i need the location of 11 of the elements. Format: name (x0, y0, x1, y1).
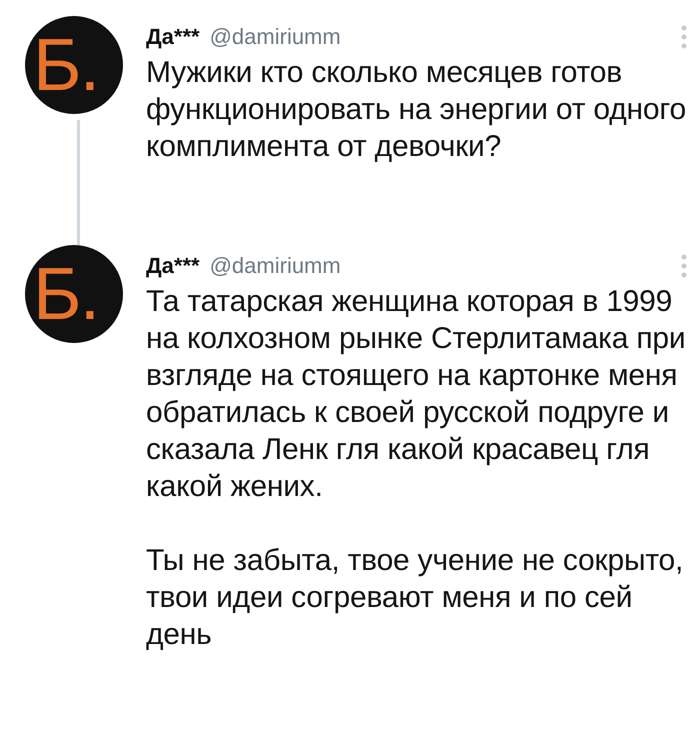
avatar[interactable]: Б. (25, 245, 123, 343)
tweet-text: Мужики кто сколько месяцев готов функционировать на энергии от одного комплимента от девочки? (146, 55, 687, 165)
tweet-text: Ты не забыта, твое учение не сокрыто, твои идеи согревают меня и по сей день (146, 543, 684, 653)
tweet-text: Та татарская женщина которая в 1999 на колхозном рынке Стерлитамака при взгляде на стоящего на картонке меня обратилась к своей русской подруге и сказала Ленк гля какой красавец гля какой жених. (146, 284, 686, 505)
more-icon[interactable] (680, 253, 688, 279)
user-handle[interactable]: @damiriumm (210, 253, 341, 279)
display-name[interactable]: Да*** (146, 24, 200, 50)
more-icon[interactable] (680, 24, 688, 50)
avatar[interactable]: Б. (25, 16, 123, 114)
display-name[interactable]: Да*** (146, 253, 200, 279)
user-handle[interactable]: @damiriumm (210, 24, 341, 50)
